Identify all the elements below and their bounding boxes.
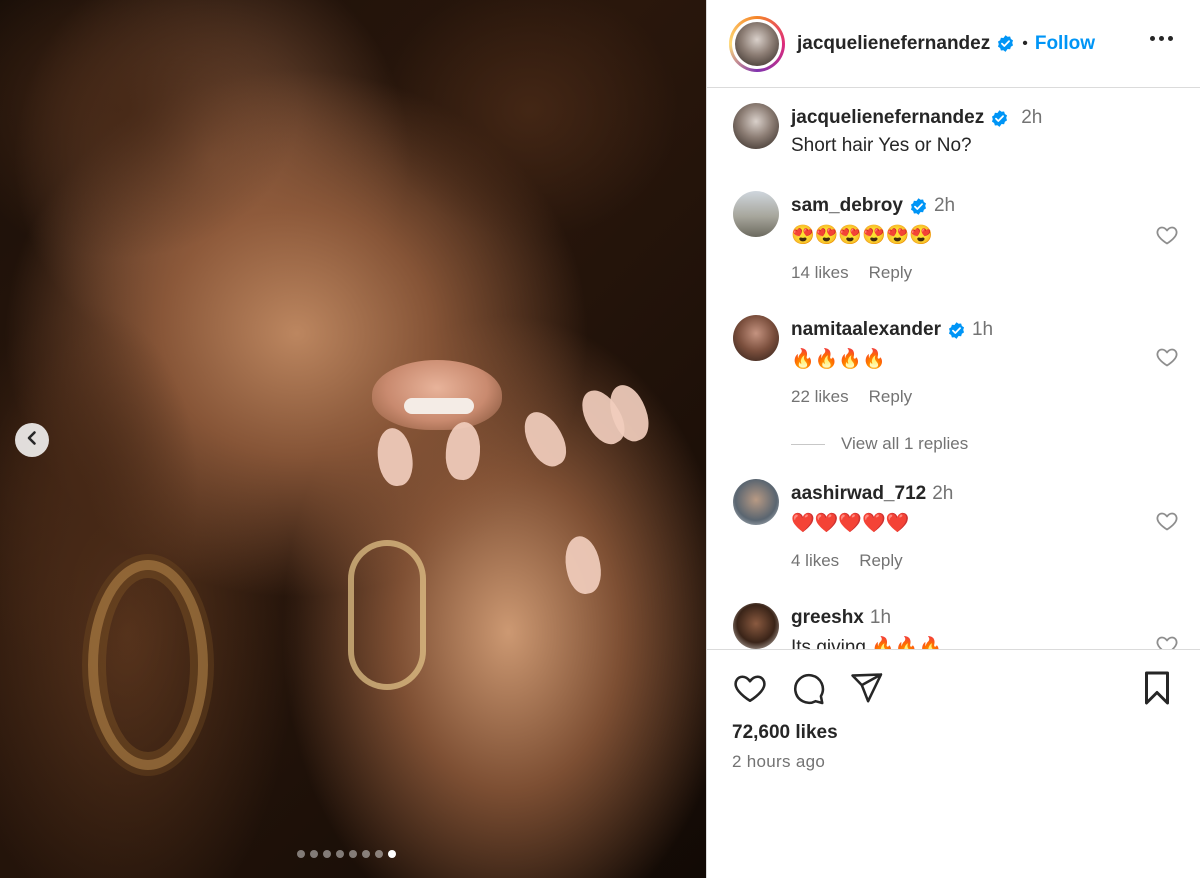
carousel-dot [297, 850, 305, 858]
comment-username[interactable]: sam_debroy [791, 195, 903, 217]
comment-text: 🔥🔥🔥🔥 [791, 349, 886, 370]
comment-username[interactable]: aashirwad_712 [791, 483, 926, 505]
avatar[interactable] [733, 103, 779, 149]
post-header: jacquelienefernandez • Follow [707, 0, 1200, 88]
verified-badge-icon [947, 321, 966, 340]
photo-earring [88, 560, 208, 770]
comment-text: 😍😍😍😍😍😍 [791, 225, 933, 246]
verified-badge-icon [909, 197, 928, 216]
photo-hair-shadow [0, 0, 300, 260]
comment-time: 2h [933, 195, 956, 216]
photo-ring [348, 540, 426, 690]
follow-button[interactable]: Follow [1035, 33, 1095, 55]
carousel-dot-active [388, 850, 396, 858]
comment-heart-icon[interactable] [1155, 509, 1179, 538]
chevron-left-icon [24, 430, 40, 451]
caption-text: Short hair Yes or No? [791, 135, 972, 156]
comments-list[interactable]: jacquelienefernandez 2h Short hair Yes o… [707, 89, 1200, 649]
post-actions: 72,600 likes 2 hours ago [707, 649, 1200, 878]
likes-count[interactable]: 72,600 likes [732, 722, 838, 744]
view-replies-button[interactable]: View all 1 replies [791, 434, 968, 454]
caption-time: 2h [1021, 107, 1043, 128]
photo-nail [444, 420, 482, 482]
post-side-panel: jacquelienefernandez • Follow jacquelien… [706, 0, 1200, 878]
photo-lips [372, 360, 502, 430]
comment-likes[interactable]: 22 likes [791, 387, 849, 407]
caption-username[interactable]: jacquelienefernandez [791, 107, 984, 129]
avatar[interactable] [733, 603, 779, 649]
post-photo [0, 0, 706, 878]
comment-username[interactable]: greeshx [791, 607, 864, 629]
photo-teeth [404, 398, 474, 414]
replies-divider [791, 443, 825, 445]
avatar[interactable] [733, 191, 779, 237]
photo-nail [561, 533, 605, 597]
avatar[interactable] [733, 479, 779, 525]
comment-username[interactable]: namitaalexander [791, 319, 941, 341]
comment-time: 2h [932, 483, 954, 504]
heart-icon[interactable] [732, 670, 768, 706]
carousel-dot [349, 850, 357, 858]
bookmark-icon[interactable] [1141, 670, 1173, 711]
more-options-icon[interactable] [1150, 30, 1173, 47]
carousel-dot [323, 850, 331, 858]
header-username[interactable]: jacquelienefernandez [797, 33, 990, 55]
carousel-dot [375, 850, 383, 858]
verified-badge-icon [996, 34, 1015, 53]
photo-hair-shadow [380, 0, 680, 240]
separator-dot: • [1022, 34, 1028, 52]
comment-text: ❤️❤️❤️❤️❤️ [791, 513, 910, 534]
comment-time: 1h [869, 607, 892, 628]
story-ring[interactable] [729, 15, 785, 72]
previous-slide-button[interactable] [15, 423, 49, 457]
comment-icon[interactable] [790, 670, 826, 706]
avatar [735, 21, 779, 66]
share-icon[interactable] [848, 670, 884, 706]
carousel-dot [336, 850, 344, 858]
comment-likes[interactable]: 14 likes [791, 263, 849, 283]
carousel-dot [362, 850, 370, 858]
photo-nail [374, 425, 416, 489]
reply-button[interactable]: Reply [859, 551, 902, 571]
comment-heart-icon[interactable] [1155, 345, 1179, 374]
comment-heart-icon[interactable] [1155, 633, 1179, 649]
reply-button[interactable]: Reply [869, 387, 912, 407]
view-replies-label: View all 1 replies [841, 434, 969, 453]
verified-badge-icon [990, 109, 1009, 128]
carousel-dot [310, 850, 318, 858]
avatar[interactable] [733, 315, 779, 361]
carousel-indicator [297, 850, 396, 858]
comment-likes[interactable]: 4 likes [791, 551, 839, 571]
comment-heart-icon[interactable] [1155, 223, 1179, 252]
comment-text: Its giving 🔥🔥🔥 [791, 637, 943, 649]
comment-time: 1h [971, 319, 994, 340]
photo-nail [516, 405, 574, 473]
reply-button[interactable]: Reply [869, 263, 912, 283]
post-timestamp: 2 hours ago [732, 752, 826, 771]
